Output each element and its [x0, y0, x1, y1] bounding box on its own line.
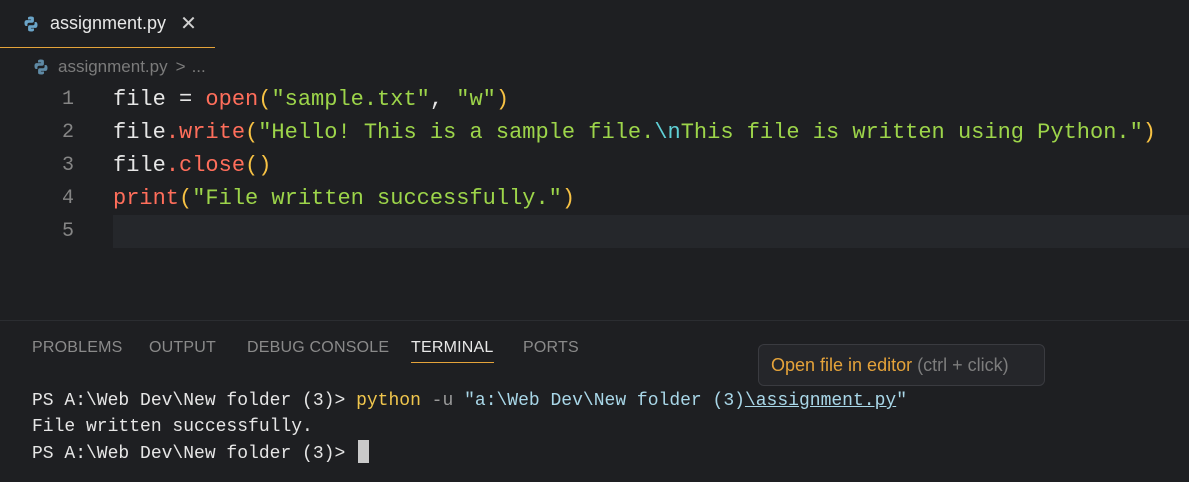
chevron-right-icon: > [175, 57, 186, 76]
code-line[interactable]: 1 file = open("sample.txt", "w") [0, 83, 1189, 116]
tab-terminal[interactable]: TERMINAL [411, 336, 494, 363]
editor-tab-bar: assignment.py ✕ [0, 0, 1189, 50]
terminal-quote: " [896, 391, 907, 411]
code-token: "Hello! This is a sample file. [258, 120, 655, 145]
code-text: file = open("sample.txt", "w") [113, 83, 1189, 116]
terminal-line: File written successfully. [32, 417, 313, 437]
terminal-command: python [356, 391, 421, 411]
terminal-line: PS A:\Web Dev\New folder (3)> [32, 440, 1182, 466]
tooltip-text: Open file in editor [771, 355, 913, 375]
code-text: file.close() [113, 149, 1189, 182]
code-token: ) [495, 87, 510, 112]
code-token: write [179, 120, 246, 145]
code-editor[interactable]: 1 file = open("sample.txt", "w") 2 file.wri… [0, 83, 1189, 313]
code-token: ) [561, 186, 576, 211]
link-tooltip: Open file in editor (ctrl + click) [758, 344, 1045, 386]
code-token: "w" [456, 87, 496, 112]
code-token: \n [654, 120, 681, 145]
terminal-output[interactable]: PS A:\Web Dev\New folder (3)> python -u … [32, 388, 1182, 466]
code-token: close [179, 153, 246, 178]
code-token: file = [113, 87, 206, 112]
code-token: file [113, 120, 166, 145]
code-token: ( [179, 186, 193, 211]
terminal-cursor [358, 440, 370, 463]
code-token: () [245, 153, 272, 178]
terminal-prompt: PS A:\Web Dev\New folder (3)> [32, 391, 357, 411]
python-file-icon [24, 16, 38, 31]
code-token: . [165, 153, 180, 178]
code-token: "File written successfully." [192, 186, 562, 211]
code-token: ( [245, 120, 259, 145]
code-text: print("File written successfully.") [113, 182, 1189, 215]
tab-problems[interactable]: PROBLEMS [32, 336, 123, 362]
line-number: 2 [61, 121, 74, 144]
terminal-line: PS A:\Web Dev\New folder (3)> python -u … [32, 388, 1182, 414]
code-token: This file is written using Python." [680, 120, 1143, 145]
tab-assignment-py[interactable]: assignment.py ✕ [0, 0, 215, 48]
code-token: file [113, 153, 166, 178]
terminal-path: "a:\Web Dev\New folder (3) [464, 391, 745, 411]
terminal-prompt: PS A:\Web Dev\New folder (3)> [32, 444, 357, 464]
code-token: . [165, 120, 180, 145]
line-number: 1 [61, 88, 74, 111]
close-icon[interactable]: ✕ [180, 14, 197, 34]
tooltip-hint: (ctrl + click) [917, 355, 1009, 375]
code-text: file.write("Hello! This is a sample file… [113, 116, 1189, 149]
code-line[interactable]: 2 file.write("Hello! This is a sample fil… [0, 116, 1189, 149]
tab-debug-console[interactable]: DEBUG CONSOLE [247, 336, 389, 362]
code-line[interactable]: 5 [0, 215, 1189, 248]
code-text [113, 215, 1189, 248]
panel-divider [0, 320, 1189, 321]
code-token: print [113, 186, 180, 211]
code-token: ( [258, 87, 272, 112]
code-token: "sample.txt" [271, 87, 430, 112]
code-token: ) [1142, 120, 1156, 145]
line-number: 5 [61, 220, 74, 243]
terminal-flag: -u [420, 391, 465, 411]
python-file-icon [34, 59, 48, 75]
breadcrumb: assignment.py > ... [0, 52, 1189, 82]
code-token: , [429, 87, 457, 112]
code-line[interactable]: 4 print("File written successfully.") [0, 182, 1189, 215]
code-token: open [205, 87, 259, 112]
code-line[interactable]: 3 file.close() [0, 149, 1189, 182]
file-link[interactable]: \assignment.py [745, 391, 896, 411]
tab-ports[interactable]: PORTS [523, 336, 579, 362]
breadcrumb-file[interactable]: assignment.py [58, 57, 168, 77]
line-number: 3 [61, 154, 74, 177]
breadcrumb-more[interactable]: ... [192, 57, 206, 77]
tab-title: assignment.py [50, 13, 167, 33]
line-number: 4 [61, 187, 74, 210]
tab-output[interactable]: OUTPUT [149, 336, 216, 362]
